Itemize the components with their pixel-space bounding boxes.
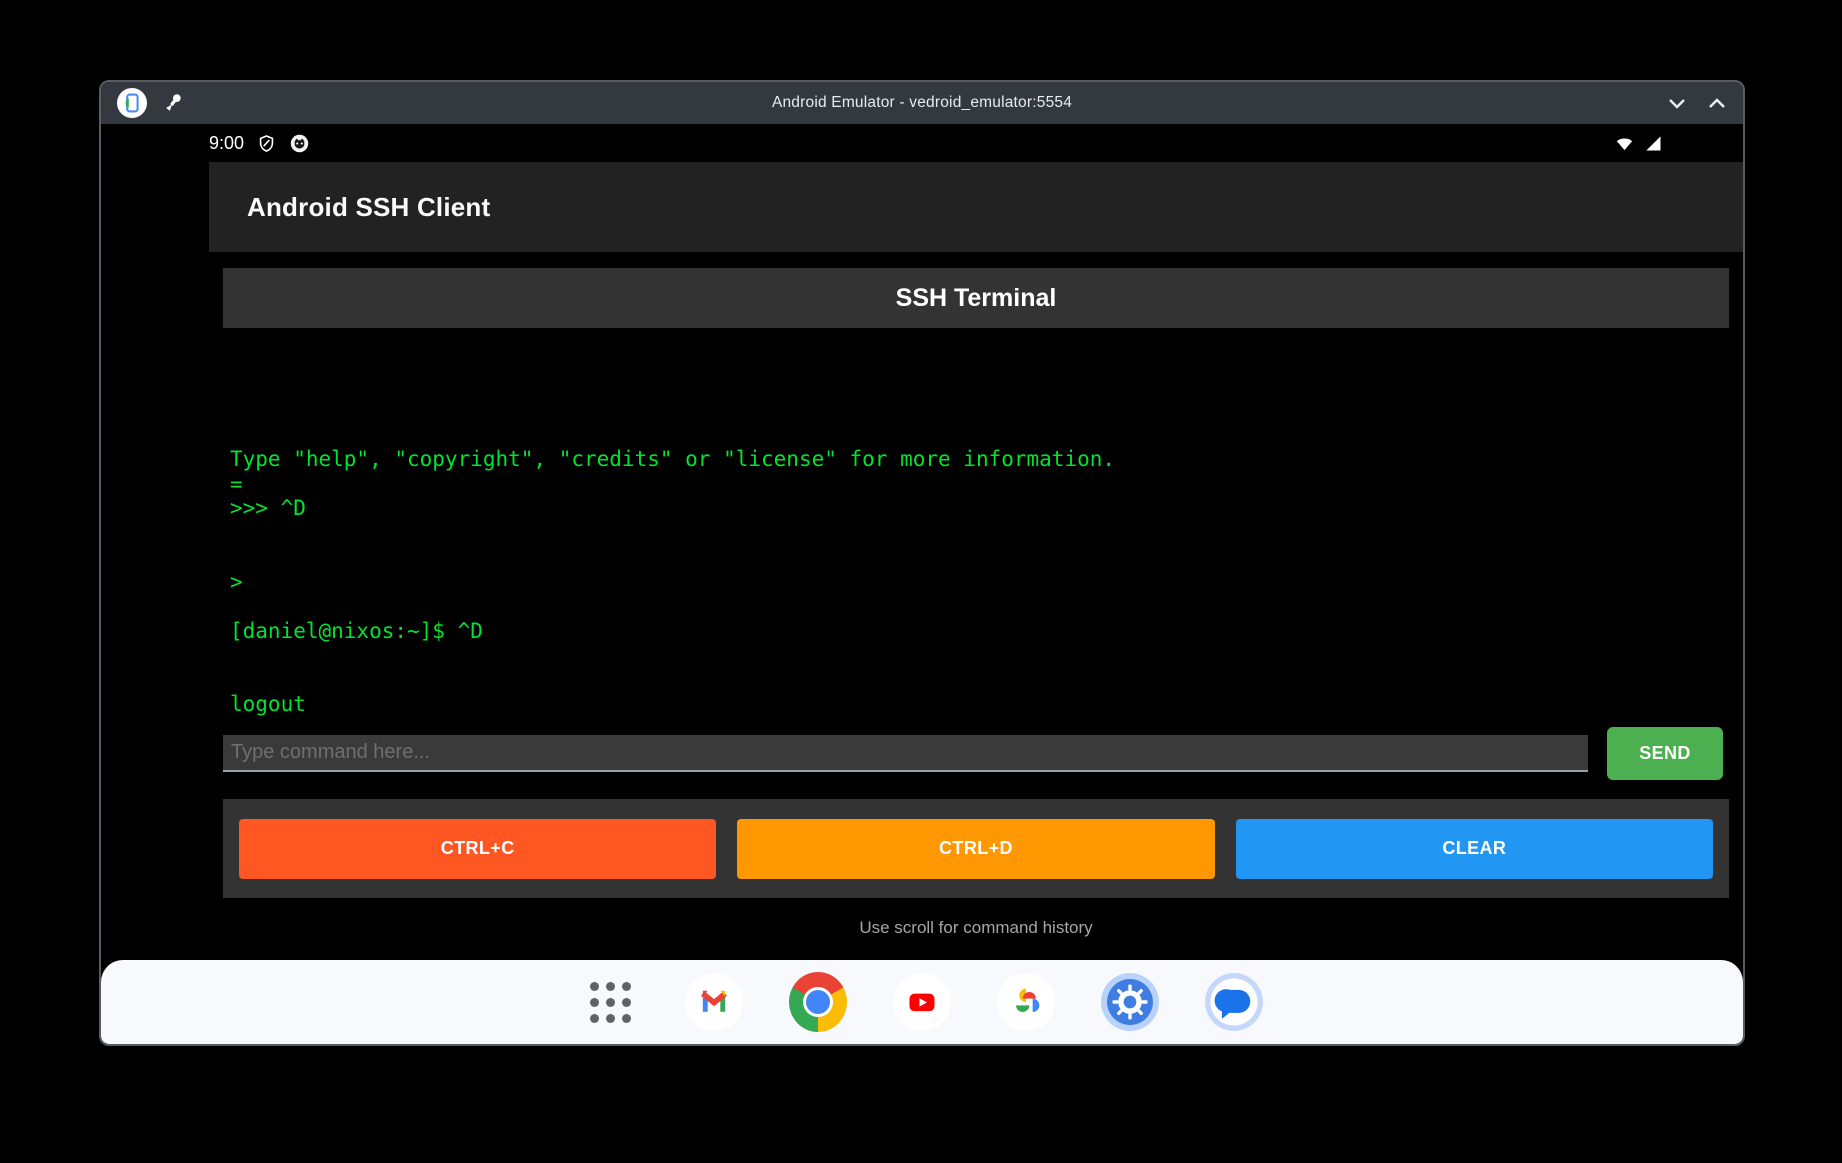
ctrl-c-button[interactable]: CTRL+C [239,819,716,879]
status-bar-right [1614,124,1663,162]
chrome-icon[interactable] [789,973,847,1031]
send-button[interactable]: SEND [1607,727,1723,780]
terminal-line [230,643,1729,668]
terminal-line: Type "help", "copyright", "credits" or "… [230,447,1729,472]
chevron-up-icon[interactable] [1707,95,1727,111]
window-title: Android Emulator - vedroid_emulator:5554 [101,94,1743,112]
emulator-window: Android Emulator - vedroid_emulator:5554… [99,80,1745,1046]
pin-icon[interactable] [162,92,184,114]
messages-icon[interactable] [1205,973,1263,1031]
terminal-clipped-line: Type "help", "copyright", "credits" or "… [230,389,1729,397]
terminal-line: > [230,570,1729,595]
settings-icon[interactable] [1101,973,1159,1031]
scroll-hint: Use scroll for command history [223,918,1729,938]
command-input[interactable] [223,735,1588,772]
terminal-header-label: SSH Terminal [896,284,1057,313]
android-screen: 9:00 Android SSH Client [101,124,1743,1044]
app-drawer-icon[interactable] [581,973,639,1031]
wifi-icon [1614,133,1635,153]
terminal-line: logout [230,692,1729,717]
chevron-down-icon[interactable] [1667,95,1687,111]
google-photos-icon[interactable] [997,973,1055,1031]
terminal-line [230,521,1729,546]
signal-icon [1643,133,1663,153]
ctrl-d-button[interactable]: CTRL+D [737,819,1214,879]
terminal-line: = [230,472,1729,497]
status-bar-left: 9:00 [209,124,310,162]
app-bar: Android SSH Client [209,162,1743,252]
youtube-icon[interactable] [893,973,951,1031]
app-title: Android SSH Client [209,162,1743,252]
terminal-line: [daniel@nixos:~]$ ^D [230,619,1729,644]
control-button-bar: CTRL+C CTRL+D CLEAR [223,799,1729,898]
window-titlebar[interactable]: Android Emulator - vedroid_emulator:5554 [101,82,1743,124]
emulator-logo-icon [117,88,147,118]
terminal-line: >>> ^D [230,496,1729,521]
dock [101,960,1743,1044]
gmail-icon[interactable] [685,973,743,1031]
bug-face-icon [289,133,310,154]
terminal-output[interactable]: Type "help", "copyright", "credits" or "… [223,328,1729,728]
terminal-line [230,594,1729,619]
shield-icon [257,133,276,154]
terminal-line [230,668,1729,693]
terminal-line [230,545,1729,570]
status-time: 9:00 [209,133,244,154]
terminal-lines: Type "help", "copyright", "credits" or "… [230,447,1729,766]
terminal-header: SSH Terminal [223,268,1729,328]
clear-button[interactable]: CLEAR [1236,819,1713,879]
